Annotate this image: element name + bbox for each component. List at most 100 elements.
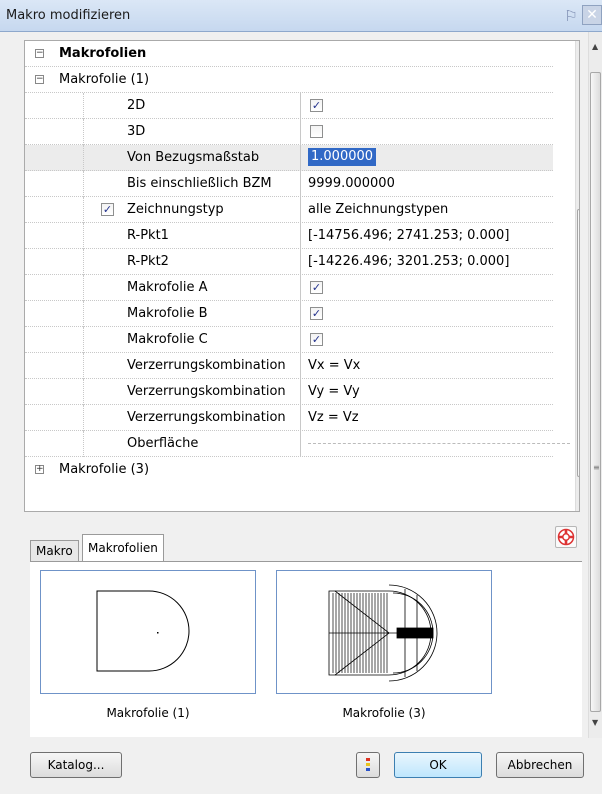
property-name: Makrofolie B	[127, 306, 208, 321]
property-name: 2D	[127, 98, 146, 113]
complex-macro-shape-icon	[328, 584, 438, 682]
property-name: R-Pkt2	[127, 254, 169, 269]
property-checkbox[interactable]: ✓	[310, 307, 323, 320]
property-value[interactable]: alle Zeichnungstypen	[308, 202, 448, 217]
property-name: Makrofolie C	[127, 332, 208, 347]
property-row[interactable]: Bis einschließlich BZM 9999.000000	[25, 171, 553, 197]
column-separator	[300, 145, 301, 171]
property-checkbox[interactable]: ✓	[310, 333, 323, 346]
row-indent-separator	[83, 223, 84, 249]
property-row[interactable]: R-Pkt1 [-14756.496; 2741.253; 0.000]	[25, 223, 553, 249]
column-separator	[300, 197, 301, 223]
tree-scrollbar[interactable]: ▲ ≡ ▼	[575, 41, 579, 511]
row-indent-separator	[83, 353, 84, 379]
property-value[interactable]: Vz = Vz	[308, 410, 359, 425]
property-checkbox[interactable]	[310, 125, 323, 138]
tab-panel: Makrofolie (1) Makrofolie (3)	[30, 561, 582, 737]
property-row[interactable]: Oberfläche	[25, 431, 570, 457]
row-indent-separator	[83, 327, 84, 353]
property-row[interactable]: Verzerrungskombination Vz = Vz	[25, 405, 553, 431]
property-checkbox[interactable]: ✓	[310, 281, 323, 294]
close-button[interactable]: ✕	[582, 5, 602, 25]
tab-makro[interactable]: Makro	[30, 540, 79, 562]
property-row[interactable]: Verzerrungskombination Vy = Vy	[25, 379, 553, 405]
property-name: Von Bezugsmaßstab	[127, 150, 260, 165]
property-checkbox[interactable]: ✓	[310, 99, 323, 112]
title-bar: Makro modifizieren ⚐ ✕	[0, 0, 602, 32]
zeichnungstyp-checkbox[interactable]: ✓	[101, 203, 114, 216]
scrollbar-thumb[interactable]: ≡	[590, 72, 601, 712]
property-name: R-Pkt1	[127, 228, 169, 243]
cancel-button[interactable]: Abbrechen	[496, 752, 584, 778]
property-value-input[interactable]: 1.000000	[308, 148, 377, 166]
property-value[interactable]: 9999.000000	[308, 176, 395, 191]
row-indent-separator	[83, 275, 84, 301]
property-name: Verzerrungskombination	[127, 384, 286, 399]
property-name: Zeichnungstyp	[127, 202, 224, 217]
property-value[interactable]: [-14756.496; 2741.253; 0.000]	[308, 228, 509, 243]
tree-group-row[interactable]: + Makrofolie (3)	[25, 457, 553, 483]
catalog-button[interactable]: Katalog...	[30, 752, 122, 778]
grip-icon: ≡	[593, 463, 600, 472]
window-scrollbar[interactable]: ▲ ≡ ▼	[588, 32, 602, 738]
property-row[interactable]: 3D	[25, 119, 553, 145]
tree-content: − Makrofolien − Makrofolie (1) 2D ✓ 3D Von …	[25, 41, 570, 511]
ok-button[interactable]: OK	[394, 752, 482, 778]
property-row[interactable]: ✓ Zeichnungstyp alle Zeichnungstypen	[25, 197, 553, 223]
property-name: Bis einschließlich BZM	[127, 176, 272, 191]
property-row[interactable]: Makrofolie C ✓	[25, 327, 553, 353]
property-row[interactable]: Von Bezugsmaßstab 1.000000	[25, 145, 553, 171]
window-title: Makro modifizieren	[6, 8, 131, 23]
row-indent-separator	[83, 197, 84, 223]
property-name: Makrofolie A	[127, 280, 208, 295]
column-separator	[300, 379, 301, 405]
row-indent-separator	[83, 431, 84, 457]
tree-root-row[interactable]: − Makrofolien	[25, 41, 553, 67]
row-indent-separator	[83, 119, 84, 145]
thumbnail-makrofolie-1[interactable]	[40, 570, 256, 694]
help-icon[interactable]: ⚐	[560, 6, 582, 26]
column-separator	[300, 301, 301, 327]
row-indent-separator	[83, 93, 84, 119]
thumbnail-caption: Makrofolie (1)	[106, 706, 190, 720]
thumbnail-makrofolie-3[interactable]	[276, 570, 492, 694]
column-separator	[300, 93, 301, 119]
scroll-up-icon[interactable]: ▲	[592, 42, 598, 51]
property-row[interactable]: 2D ✓	[25, 93, 553, 119]
row-indent-separator	[83, 301, 84, 327]
property-value[interactable]: Vx = Vx	[308, 358, 360, 373]
empty-value-field[interactable]	[308, 443, 570, 444]
property-tree: − Makrofolien − Makrofolie (1) 2D ✓ 3D Von …	[24, 40, 580, 512]
expand-icon[interactable]: +	[35, 465, 44, 474]
property-row[interactable]: R-Pkt2 [-14226.496; 3201.253; 0.000]	[25, 249, 553, 275]
property-value[interactable]: [-14226.496; 3201.253; 0.000]	[308, 254, 509, 269]
collapse-icon[interactable]: −	[35, 75, 44, 84]
column-separator	[300, 249, 301, 275]
column-separator	[300, 223, 301, 249]
column-separator	[300, 275, 301, 301]
column-separator	[300, 353, 301, 379]
collapse-icon[interactable]: −	[35, 49, 44, 58]
column-separator	[300, 405, 301, 431]
column-separator	[300, 431, 301, 457]
property-value[interactable]: Vy = Vy	[308, 384, 360, 399]
property-name: Verzerrungskombination	[127, 358, 286, 373]
row-indent-separator	[83, 379, 84, 405]
property-row[interactable]: Makrofolie B ✓	[25, 301, 553, 327]
layer-colors-button[interactable]	[356, 752, 380, 778]
root-label: Makrofolien	[59, 46, 147, 61]
lifebuoy-icon[interactable]	[555, 526, 577, 548]
row-indent-separator	[83, 145, 84, 171]
property-name: Verzerrungskombination	[127, 410, 286, 425]
scrollbar-thumb[interactable]: ≡	[577, 209, 579, 477]
tree-group-row[interactable]: − Makrofolie (1)	[25, 67, 553, 93]
column-separator	[300, 119, 301, 145]
thumbnail-caption: Makrofolie (3)	[342, 706, 426, 720]
column-separator	[300, 327, 301, 353]
tab-makrofolien[interactable]: Makrofolien	[82, 534, 164, 562]
property-row[interactable]: Verzerrungskombination Vx = Vx	[25, 353, 553, 379]
scroll-down-icon[interactable]: ▼	[592, 718, 598, 727]
property-row[interactable]: Makrofolie A ✓	[25, 275, 553, 301]
column-separator	[300, 171, 301, 197]
color-dots-icon	[366, 758, 370, 771]
